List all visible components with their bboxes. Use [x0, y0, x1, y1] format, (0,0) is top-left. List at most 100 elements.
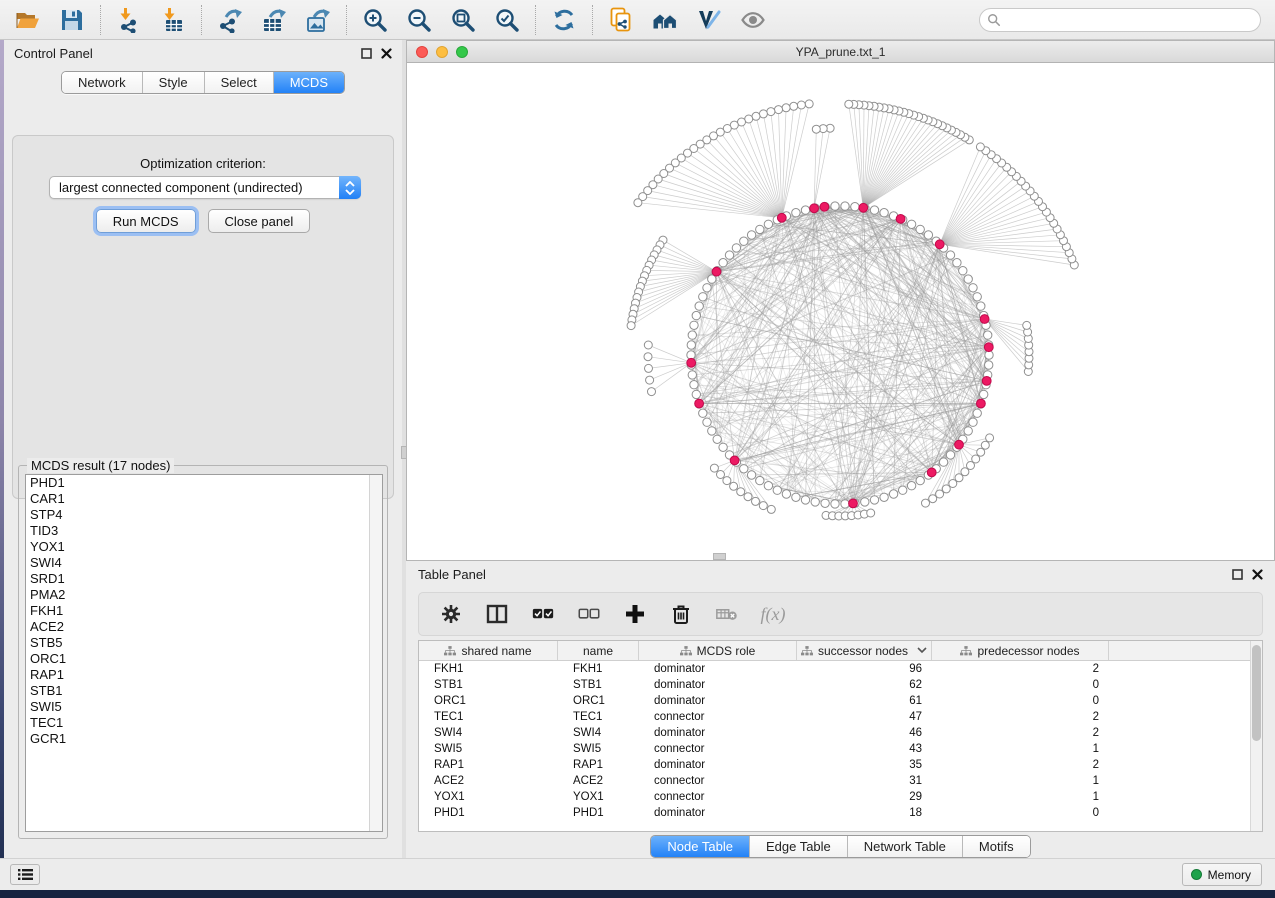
- network-node[interactable]: [713, 435, 721, 443]
- network-hub-node[interactable]: [980, 315, 989, 324]
- network-node[interactable]: [811, 498, 819, 506]
- table-row[interactable]: SWI5SWI5connector431: [419, 741, 1262, 757]
- horizontal-splitter-handle[interactable]: [713, 553, 726, 560]
- export-table-icon[interactable]: [260, 6, 288, 34]
- network-node[interactable]: [889, 490, 897, 498]
- network-node[interactable]: [964, 275, 972, 283]
- network-node[interactable]: [984, 331, 992, 339]
- network-node[interactable]: [841, 500, 849, 508]
- mcds-result-item[interactable]: ACE2: [26, 619, 382, 635]
- style-brush-icon[interactable]: [695, 6, 723, 34]
- network-node[interactable]: [792, 493, 800, 501]
- network-node[interactable]: [981, 441, 989, 449]
- network-hub-node[interactable]: [687, 358, 696, 367]
- network-node[interactable]: [812, 125, 820, 133]
- network-node[interactable]: [805, 100, 813, 108]
- network-node[interactable]: [688, 331, 696, 339]
- mcds-result-item[interactable]: RAP1: [26, 667, 382, 683]
- mcds-result-item[interactable]: SRD1: [26, 571, 382, 587]
- network-node[interactable]: [692, 390, 700, 398]
- float-window-icon[interactable]: [361, 48, 372, 59]
- network-node[interactable]: [976, 143, 984, 151]
- search-input[interactable]: [979, 8, 1261, 32]
- network-hub-node[interactable]: [712, 267, 721, 276]
- network-node[interactable]: [790, 102, 798, 110]
- network-node[interactable]: [797, 101, 805, 109]
- network-node[interactable]: [708, 427, 716, 435]
- network-node[interactable]: [916, 476, 924, 484]
- network-node[interactable]: [737, 488, 745, 496]
- network-node[interactable]: [831, 202, 839, 210]
- houses-icon[interactable]: [651, 6, 679, 34]
- network-node[interactable]: [703, 418, 711, 426]
- memory-button[interactable]: Memory: [1182, 863, 1262, 886]
- mcds-result-item[interactable]: CAR1: [26, 491, 382, 507]
- mcds-result-item[interactable]: ORC1: [26, 651, 382, 667]
- network-node[interactable]: [644, 341, 652, 349]
- network-node[interactable]: [756, 225, 764, 233]
- open-file-icon[interactable]: [14, 6, 42, 34]
- network-node[interactable]: [861, 498, 869, 506]
- mcds-result-item[interactable]: TEC1: [26, 715, 382, 731]
- network-node[interactable]: [690, 381, 698, 389]
- table-row[interactable]: ORC1ORC1dominator610: [419, 693, 1262, 709]
- network-node[interactable]: [775, 106, 783, 114]
- gear-icon[interactable]: [437, 600, 465, 628]
- network-node[interactable]: [946, 451, 954, 459]
- network-node[interactable]: [767, 108, 775, 116]
- import-network-icon[interactable]: [115, 6, 143, 34]
- network-node[interactable]: [646, 376, 654, 384]
- table-row[interactable]: FKH1FKH1dominator962: [419, 661, 1262, 677]
- network-hub-node[interactable]: [935, 240, 944, 249]
- network-node[interactable]: [752, 497, 760, 505]
- network-node[interactable]: [687, 341, 695, 349]
- mcds-list-scrollbar[interactable]: [369, 475, 382, 831]
- delete-column-icon[interactable]: [667, 600, 695, 628]
- zoom-fit-icon[interactable]: [449, 6, 477, 34]
- network-node[interactable]: [964, 427, 972, 435]
- close-panel-icon[interactable]: [1252, 569, 1263, 580]
- network-hub-node[interactable]: [984, 343, 993, 352]
- network-node[interactable]: [688, 371, 696, 379]
- network-hub-node[interactable]: [955, 440, 964, 449]
- float-window-icon[interactable]: [1232, 569, 1243, 580]
- network-node[interactable]: [773, 486, 781, 494]
- network-node[interactable]: [644, 353, 652, 361]
- network-node[interactable]: [899, 486, 907, 494]
- network-node[interactable]: [695, 302, 703, 310]
- network-node[interactable]: [973, 409, 981, 417]
- network-node[interactable]: [732, 244, 740, 252]
- network-node[interactable]: [867, 509, 875, 517]
- table-row[interactable]: STB1STB1dominator620: [419, 677, 1262, 693]
- network-node[interactable]: [922, 499, 930, 507]
- mcds-result-item[interactable]: TID3: [26, 523, 382, 539]
- network-node[interactable]: [648, 388, 656, 396]
- network-node[interactable]: [627, 322, 635, 330]
- network-node[interactable]: [831, 500, 839, 508]
- network-node[interactable]: [717, 471, 725, 479]
- save-session-icon[interactable]: [58, 6, 86, 34]
- network-hub-node[interactable]: [849, 499, 858, 508]
- zoom-selected-icon[interactable]: [493, 6, 521, 34]
- network-node[interactable]: [692, 311, 700, 319]
- table-row[interactable]: RAP1RAP1dominator352: [419, 757, 1262, 773]
- network-node[interactable]: [936, 490, 944, 498]
- network-node[interactable]: [907, 482, 915, 490]
- column-header-MCDS-role[interactable]: MCDS role: [639, 641, 797, 660]
- network-node[interactable]: [870, 496, 878, 504]
- network-node[interactable]: [821, 499, 829, 507]
- network-hub-node[interactable]: [927, 468, 936, 477]
- columns-icon[interactable]: [483, 600, 511, 628]
- network-node[interactable]: [986, 434, 994, 442]
- network-hub-node[interactable]: [859, 203, 868, 212]
- tab-select[interactable]: Select: [205, 72, 274, 93]
- refresh-layout-icon[interactable]: [550, 6, 578, 34]
- column-header-shared-name[interactable]: shared name: [419, 641, 558, 660]
- tab-style[interactable]: Style: [143, 72, 205, 93]
- network-node[interactable]: [703, 284, 711, 292]
- network-node[interactable]: [959, 267, 967, 275]
- network-node[interactable]: [801, 496, 809, 504]
- network-hub-node[interactable]: [977, 399, 986, 408]
- network-node[interactable]: [710, 464, 718, 472]
- mcds-result-item[interactable]: GCR1: [26, 731, 382, 747]
